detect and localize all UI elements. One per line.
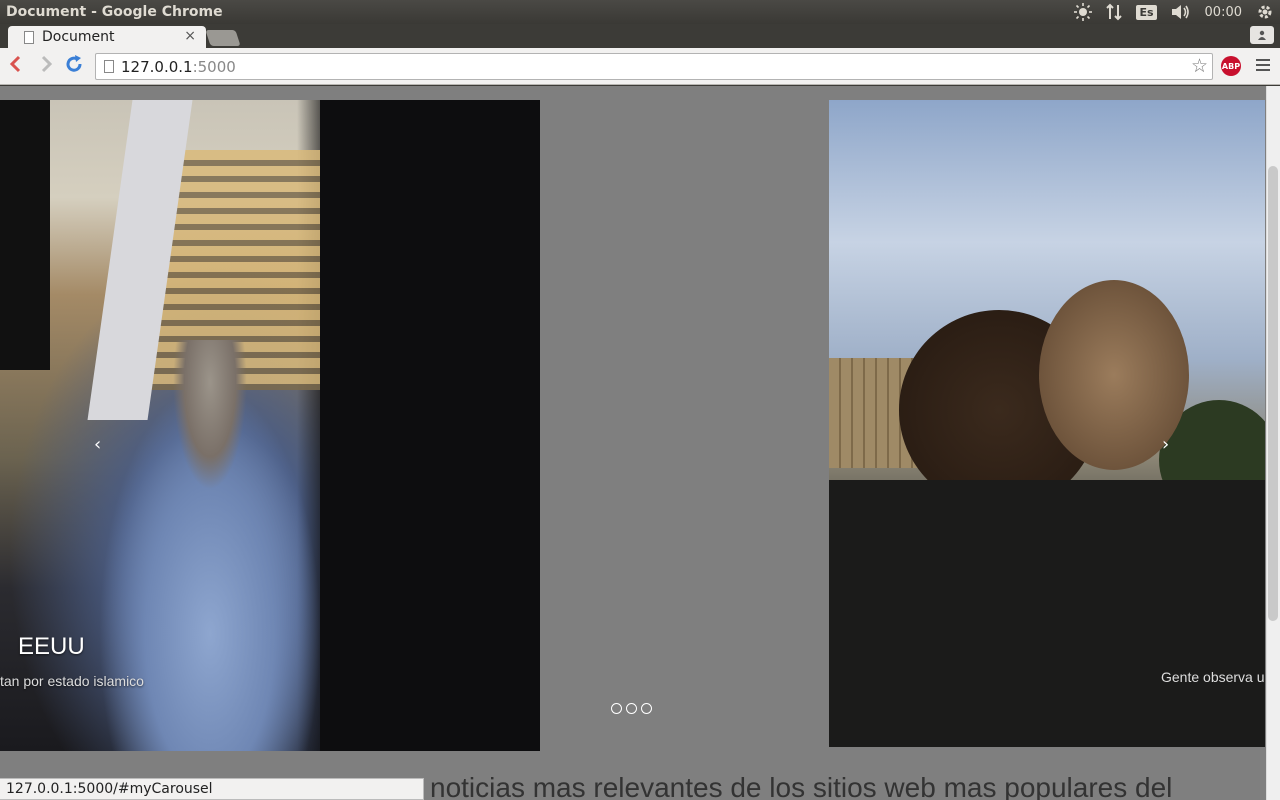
system-tray: Es 00:00	[1074, 0, 1274, 24]
keyboard-layout-indicator[interactable]: Es	[1136, 0, 1157, 24]
back-button[interactable]	[4, 54, 28, 78]
url-text[interactable]: 127.0.0.1:5000	[121, 58, 236, 76]
status-link-preview: 127.0.0.1:5000/#myCarousel	[0, 778, 424, 800]
adblock-plus-icon[interactable]: ABP	[1221, 56, 1241, 76]
hamburger-menu-icon[interactable]	[1256, 59, 1270, 73]
slide-caption-title: EEUU	[18, 633, 85, 660]
carousel-indicator[interactable]	[611, 703, 622, 714]
carousel-indicators	[611, 703, 652, 714]
brightness-icon[interactable]	[1074, 0, 1093, 24]
profile-icon[interactable]	[1250, 26, 1274, 44]
carousel-prev-control[interactable]: ‹	[94, 434, 101, 455]
people-bodies	[829, 480, 1265, 747]
reload-button[interactable]	[62, 54, 86, 78]
clock[interactable]: 00:00	[1205, 0, 1242, 24]
page-icon	[24, 30, 34, 44]
slide-caption-text: tan por estado islamico	[0, 673, 144, 689]
carousel-next-control[interactable]: ›	[1162, 434, 1169, 455]
carousel-indicator[interactable]	[626, 703, 637, 714]
carousel-slide-left: EEUU tan por estado islamico ‹	[0, 100, 540, 751]
tab-strip: Document ×	[0, 24, 1280, 48]
vertical-scrollbar[interactable]	[1266, 86, 1280, 800]
black-flag	[0, 100, 50, 370]
window-title-bar: Document - Google Chrome Es 00:00	[0, 0, 1280, 24]
forward-button[interactable]	[34, 54, 58, 78]
tab-document[interactable]: Document ×	[8, 26, 206, 48]
scrollbar-thumb[interactable]	[1268, 166, 1278, 621]
close-tab-icon[interactable]: ×	[184, 28, 196, 44]
new-tab-button[interactable]	[205, 30, 241, 46]
page-viewport: EEUU tan por estado islamico ‹ Gente obs…	[0, 86, 1280, 800]
url-host: 127.0.0.1	[121, 58, 193, 76]
gear-icon[interactable]	[1256, 0, 1274, 24]
headline-text: noticias mas relevantes de los sitios we…	[430, 772, 1173, 800]
carousel-indicator[interactable]	[641, 703, 652, 714]
network-icon[interactable]	[1106, 0, 1123, 24]
volume-icon[interactable]	[1171, 0, 1191, 24]
tab-title: Document	[42, 29, 115, 45]
carousel-slide-right: Gente observa u ›	[829, 100, 1265, 747]
bookmark-star-icon[interactable]: ☆	[1191, 55, 1208, 77]
browser-toolbar: 127.0.0.1:5000 ☆ ABP	[0, 48, 1280, 85]
woman-figure	[80, 340, 340, 751]
page-icon	[104, 60, 114, 73]
slide-caption-text-right: Gente observa u	[1161, 669, 1265, 685]
address-bar[interactable]: 127.0.0.1:5000 ☆	[95, 53, 1213, 80]
dark-area	[320, 100, 540, 751]
url-port: :5000	[192, 58, 236, 76]
window-title: Document - Google Chrome	[6, 4, 223, 20]
